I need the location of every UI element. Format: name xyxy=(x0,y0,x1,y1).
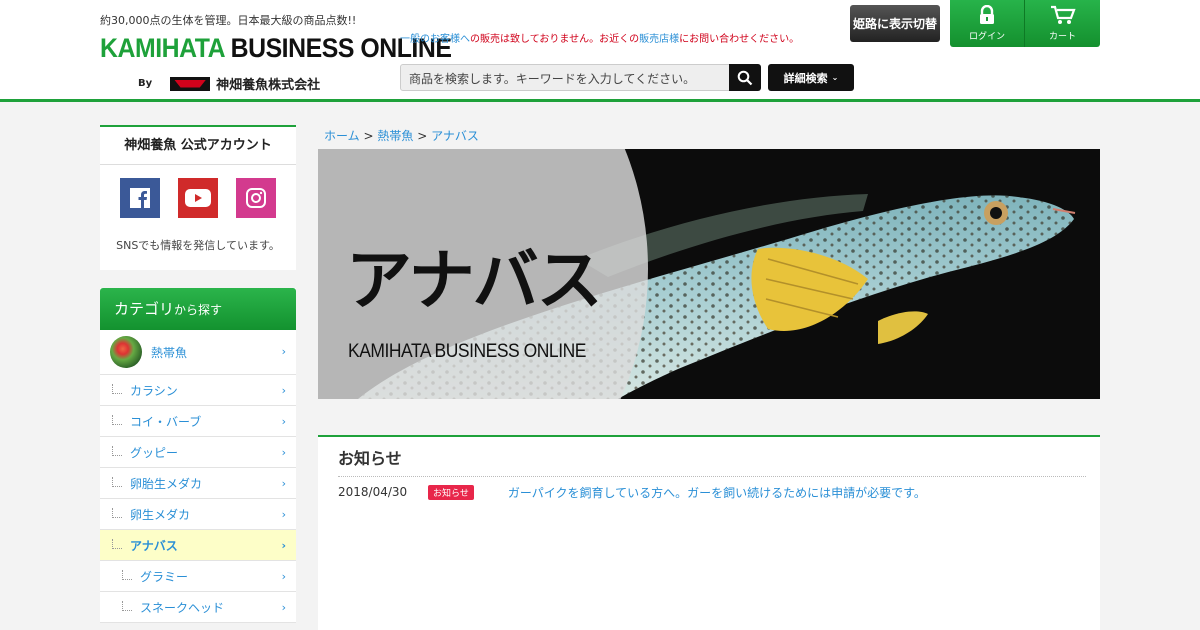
category-item-gourami[interactable]: グラミー › xyxy=(100,561,296,592)
banner-subtitle: KAMIHATA BUSINESS ONLINE xyxy=(348,341,586,362)
category-item-livebearer[interactable]: 卵胎生メダカ › xyxy=(100,468,296,499)
advanced-search-label: 詳細検索 xyxy=(783,71,828,85)
category-label: 卵生メダカ xyxy=(130,507,191,522)
tree-line-icon xyxy=(122,601,132,611)
search-icon xyxy=(737,70,753,85)
logo-by-text: By xyxy=(138,78,153,89)
login-button[interactable]: ログイン xyxy=(950,0,1025,47)
sidebar: 神畑養魚 公式アカウント SNSでも情報を発信しています。 カテゴリから探す 熱… xyxy=(100,125,296,623)
chevron-right-icon: › xyxy=(281,601,286,614)
category-title-main: カテゴリ xyxy=(114,300,175,318)
login-label: ログイン xyxy=(968,32,1005,42)
tree-line-icon xyxy=(122,570,132,580)
breadcrumb: ホーム > 熱帯魚 > アナバス xyxy=(318,125,1100,149)
company-mark-icon xyxy=(170,76,211,91)
category-banner: アナバス KAMIHATA BUSINESS ONLINE xyxy=(318,149,1100,399)
sns-title: 神畑養魚 公式アカウント xyxy=(100,127,296,165)
instagram-icon xyxy=(246,188,266,208)
news-link[interactable]: ガーパイクを飼育している方へ。ガーを飼い続けるためには申請が必要です。 xyxy=(508,484,926,501)
cart-button[interactable]: カート xyxy=(1025,0,1100,47)
category-label: 卵胎生メダカ xyxy=(130,476,203,491)
tree-line-icon xyxy=(112,446,122,456)
breadcrumb-separator: > xyxy=(363,129,374,143)
category-item-koi-barb[interactable]: コイ・バーブ › xyxy=(100,406,296,437)
main-content: ホーム > 熱帯魚 > アナバス アナバス KAMIHATA BUSINESS … xyxy=(318,125,1100,630)
tree-line-icon xyxy=(112,508,122,518)
site-logo[interactable]: KAMIHATA BUSINESS ONLINE xyxy=(100,33,452,64)
category-label: グッピー xyxy=(130,445,179,460)
facebook-link[interactable] xyxy=(120,178,160,218)
category-title-sub: から探す xyxy=(174,303,223,317)
breadcrumb-tropical-fish[interactable]: 熱帯魚 xyxy=(377,129,413,143)
notice-text-1: の販売は致しておりません。お近くの xyxy=(470,34,640,45)
news-item[interactable]: 2018/04/30 お知らせ ガーパイクを飼育している方へ。ガーを飼い続けるた… xyxy=(338,477,1086,507)
header-notice: 一般のお客様への販売は致しておりません。お近くの販売店様にお問い合わせください。 xyxy=(400,30,799,45)
banner-title: アナバス xyxy=(346,241,603,319)
breadcrumb-home[interactable]: ホーム xyxy=(324,129,360,143)
chevron-right-icon: › xyxy=(281,570,286,583)
category-label: スネークヘッド xyxy=(140,600,225,615)
instagram-link[interactable] xyxy=(236,178,276,218)
category-item-killifish[interactable]: 卵生メダカ › xyxy=(100,499,296,530)
category-menu: カテゴリから探す 熱帯魚 › カラシン › コイ・バーブ › グッピー › 卵胎生メダ… xyxy=(100,288,296,623)
category-item-characin[interactable]: カラシン › xyxy=(100,375,296,406)
youtube-icon xyxy=(185,189,211,207)
news-title: お知らせ xyxy=(338,445,1086,477)
news-date: 2018/04/30 xyxy=(338,485,408,499)
category-label: コイ・バーブ xyxy=(130,414,202,429)
logo-byline: By 神畑養魚株式会社 xyxy=(138,74,320,93)
category-item-anabas[interactable]: アナバス › xyxy=(100,530,296,561)
notice-general-customers: 一般のお客様へ xyxy=(400,34,470,45)
tagline: 約30,000点の生体を管理。日本最大級の商品点数!! xyxy=(100,14,357,27)
chevron-right-icon: › xyxy=(281,446,286,459)
cart-label: カート xyxy=(1048,32,1076,42)
chevron-down-icon: ⌄ xyxy=(831,73,839,82)
tree-line-icon xyxy=(112,384,122,394)
tropical-fish-thumbnail xyxy=(110,336,142,368)
chevron-right-icon: › xyxy=(281,415,286,428)
breadcrumb-separator: > xyxy=(417,129,428,143)
category-label: カラシン xyxy=(130,383,178,398)
category-label: 熱帯魚 xyxy=(151,345,188,360)
switch-himeji-button[interactable]: 姫路に表示切替 xyxy=(850,5,940,42)
chevron-right-icon: › xyxy=(281,539,286,552)
sns-box: 神畑養魚 公式アカウント SNSでも情報を発信しています。 xyxy=(100,125,296,270)
category-title: カテゴリから探す xyxy=(100,288,296,330)
logo-kamihata: KAMIHATA xyxy=(100,33,225,63)
notice-text-2: にお問い合わせください。 xyxy=(679,34,800,45)
tree-line-icon xyxy=(112,415,122,425)
youtube-link[interactable] xyxy=(178,178,218,218)
category-item-guppy[interactable]: グッピー › xyxy=(100,437,296,468)
notice-retailers-link[interactable]: 販売店様 xyxy=(639,34,679,45)
tree-line-icon xyxy=(112,539,122,549)
chevron-right-icon: › xyxy=(281,345,286,358)
news-tag-badge: お知らせ xyxy=(428,484,474,500)
advanced-search-button[interactable]: 詳細検索 ⌄ xyxy=(768,64,854,91)
tree-line-icon xyxy=(112,477,122,487)
site-header: 約30,000点の生体を管理。日本最大級の商品点数!! KAMIHATA BUS… xyxy=(0,0,1200,102)
category-tropical-fish[interactable]: 熱帯魚 › xyxy=(100,330,296,375)
cart-icon xyxy=(1050,5,1076,24)
facebook-icon xyxy=(130,188,150,208)
chevron-right-icon: › xyxy=(281,384,286,397)
category-label: アナバス xyxy=(130,538,178,553)
news-section: お知らせ 2018/04/30 お知らせ ガーパイクを飼育している方へ。ガーを飼… xyxy=(318,435,1100,630)
company-name: 神畑養魚株式会社 xyxy=(216,78,321,93)
lock-icon xyxy=(980,5,994,24)
chevron-right-icon: › xyxy=(281,508,286,521)
search-input[interactable]: 商品を検索します。キーワードを入力してください。 xyxy=(400,64,730,91)
search-button[interactable] xyxy=(729,64,761,91)
sns-description: SNSでも情報を発信しています。 xyxy=(116,239,280,252)
breadcrumb-anabas[interactable]: アナバス xyxy=(431,129,479,143)
category-label: グラミー xyxy=(140,569,189,584)
chevron-right-icon: › xyxy=(281,477,286,490)
category-item-snakehead[interactable]: スネークヘッド › xyxy=(100,592,296,623)
